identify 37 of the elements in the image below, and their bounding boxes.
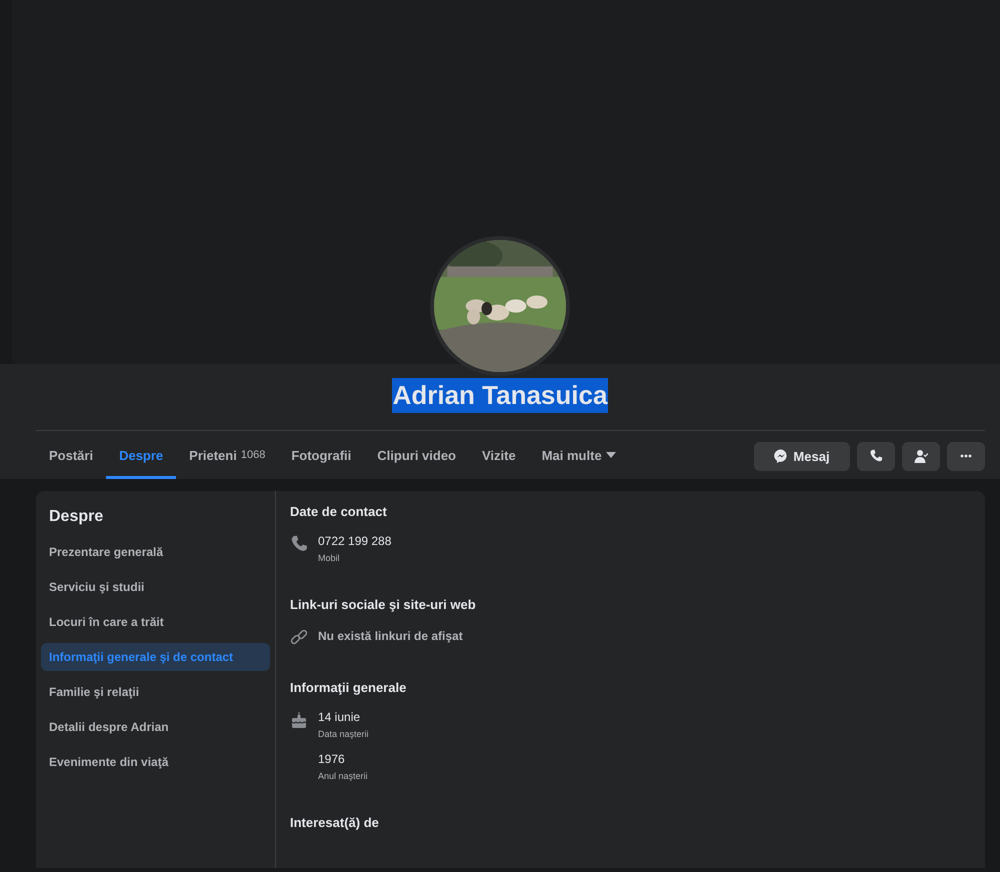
profile-tab[interactable]: Prieteni 1068 bbox=[176, 434, 278, 479]
profile-tab[interactable]: Postări bbox=[36, 434, 106, 479]
section-title: Interesat(ă) de bbox=[290, 815, 380, 830]
call-button[interactable] bbox=[857, 442, 895, 470]
info-caption: Data naşterii bbox=[318, 729, 369, 739]
sidebar-item[interactable]: Serviciu şi studii bbox=[41, 573, 270, 601]
message-button[interactable]: Mesaj bbox=[754, 442, 850, 470]
info-value: 0722 199 288 bbox=[318, 534, 392, 548]
sidebar-item[interactable]: Prezentare generală bbox=[41, 538, 270, 566]
friends-button[interactable] bbox=[902, 442, 940, 470]
info-caption: Mobil bbox=[318, 553, 341, 563]
messenger-icon bbox=[774, 449, 788, 463]
profile-tab[interactable]: Clipuri video bbox=[364, 434, 469, 479]
phone-icon bbox=[869, 449, 883, 463]
sidebar-item[interactable]: Locuri în care a trăit bbox=[41, 608, 270, 636]
profile-tab[interactable]: Fotografii bbox=[278, 434, 364, 479]
sidebar-item[interactable]: Familie şi relaţii bbox=[41, 678, 270, 706]
profile-name: Adrian Tanasuica bbox=[392, 378, 608, 413]
section-title: Informaţii generale bbox=[290, 680, 408, 695]
link-icon bbox=[290, 628, 308, 646]
empty-message: Nu există linkuri de afişat bbox=[318, 629, 463, 643]
friend-count: 1068 bbox=[240, 449, 266, 461]
sidebar-item[interactable]: Evenimente din viaţă bbox=[41, 748, 270, 776]
profile-tab[interactable]: Despre bbox=[106, 434, 176, 479]
profile-tab[interactable]: Mai multe bbox=[528, 434, 629, 479]
info-caption: Anul naşterii bbox=[318, 771, 368, 781]
info-value: 1976 bbox=[318, 752, 346, 766]
sidebar-title: Despre bbox=[49, 508, 104, 526]
more-button[interactable] bbox=[947, 442, 985, 470]
section-title: Link-uri sociale şi site-uri web bbox=[290, 597, 477, 612]
cake-icon bbox=[290, 711, 308, 729]
person-check-icon bbox=[914, 449, 928, 463]
phone-icon bbox=[290, 535, 308, 553]
profile-tab[interactable]: Vizite bbox=[469, 434, 529, 479]
info-value: 14 iunie bbox=[318, 710, 362, 724]
sidebar-item[interactable]: Detalii despre Adrian bbox=[41, 713, 270, 741]
section-title: Date de contact bbox=[290, 504, 388, 519]
